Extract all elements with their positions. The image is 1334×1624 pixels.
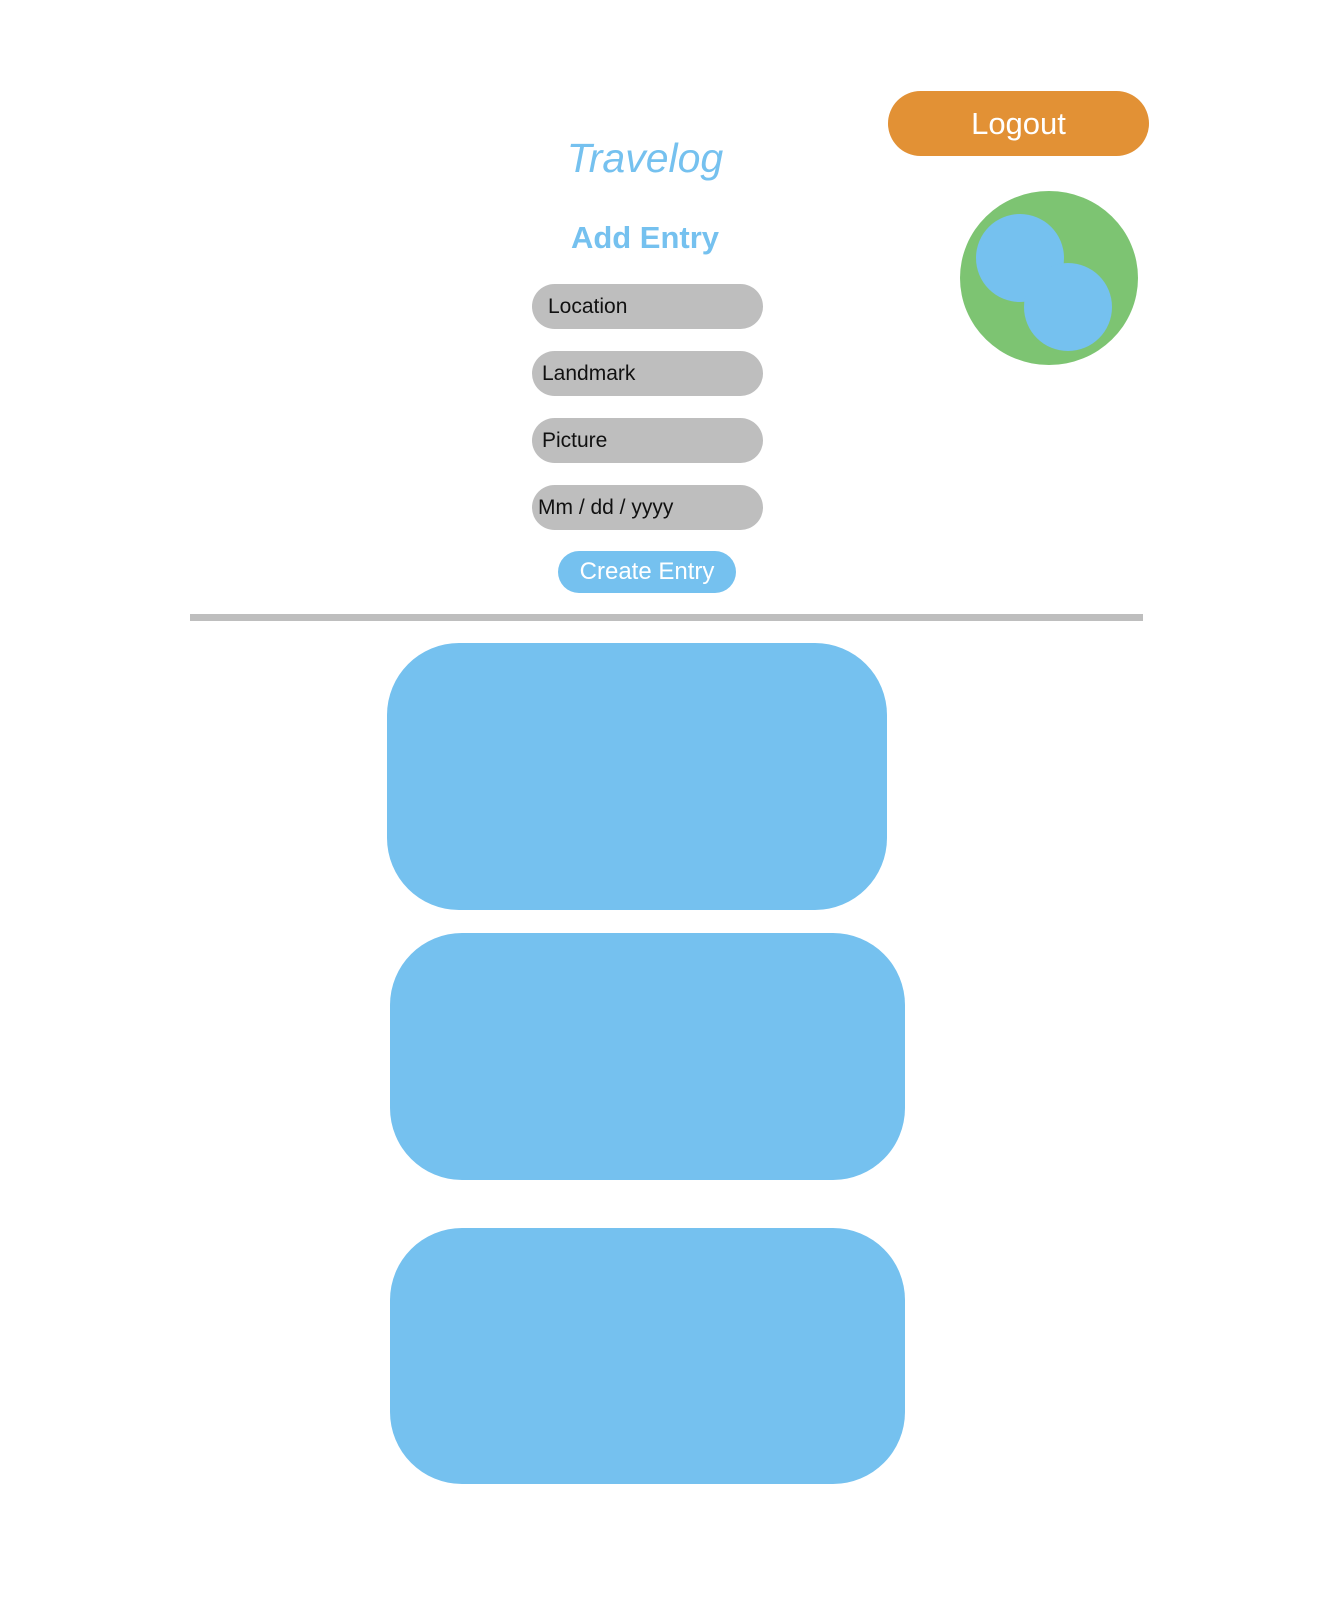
app-title: Travelog [566,135,724,181]
entry-card[interactable] [387,643,887,910]
user-avatar-icon[interactable] [960,191,1138,365]
add-entry-heading: Add Entry [570,220,720,255]
landmark-input[interactable]: Landmark [532,351,763,396]
section-divider [190,614,1143,621]
location-input[interactable]: Location [532,284,763,329]
entry-card[interactable] [390,933,905,1180]
picture-input[interactable]: Picture [532,418,763,463]
entry-card[interactable] [390,1228,905,1484]
create-entry-button[interactable]: Create Entry [558,551,736,593]
date-input[interactable]: Mm / dd / yyyy [532,485,763,530]
logout-button[interactable]: Logout [888,91,1149,156]
